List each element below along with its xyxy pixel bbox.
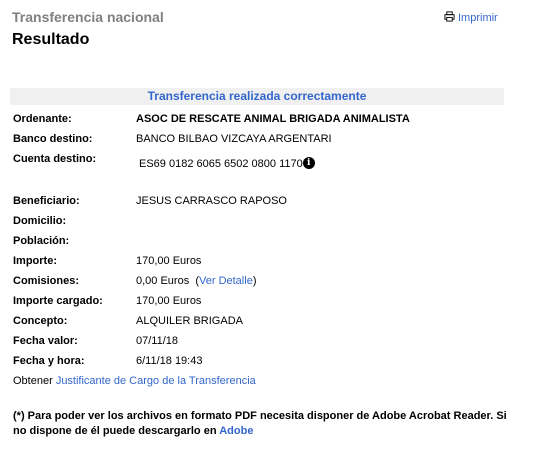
- importe-cargado-label: Importe cargado:: [13, 295, 103, 307]
- pdf-note: (*) Para poder ver los archivos en forma…: [13, 409, 513, 439]
- banco-value: BANCO BILBAO VIZCAYA ARGENTARI: [136, 133, 332, 145]
- page-title: Resultado: [12, 31, 90, 48]
- obtener-row: Obtener Justificante de Cargo de la Tran…: [13, 375, 256, 387]
- comisiones-label: Comisiones:: [13, 275, 80, 287]
- ver-detalle-link[interactable]: Ver Detalle: [199, 275, 253, 287]
- ordenante-label: Ordenante:: [13, 113, 72, 125]
- concepto-label: Concepto:: [13, 315, 68, 327]
- adobe-link[interactable]: Adobe: [219, 425, 253, 437]
- beneficiario-label: Beneficiario:: [13, 195, 80, 207]
- ordenante-value: ASOC DE RESCATE ANIMAL BRIGADA ANIMALIST…: [136, 113, 410, 125]
- fecha-valor-label: Fecha valor:: [13, 335, 78, 347]
- cuenta-value: ES69 0182 6065 6502 0800 1170: [139, 158, 303, 170]
- print-link[interactable]: Imprimir: [444, 11, 498, 25]
- comisiones-value: 0,00 Euros: [136, 275, 190, 287]
- fecha-valor-value: 07/11/18: [136, 335, 179, 347]
- info-icon[interactable]: i: [302, 157, 315, 169]
- success-banner: Transferencia realizada correctamente: [10, 88, 504, 105]
- cuenta-value-wrap: ES69 0182 6065 6502 0800 1170 i: [139, 157, 315, 170]
- poblacion-label: Población:: [13, 235, 70, 247]
- fecha-hora-label: Fecha y hora:: [13, 355, 85, 367]
- printer-icon: [444, 11, 455, 25]
- print-label: Imprimir: [458, 12, 498, 24]
- banco-label: Banco destino:: [13, 133, 93, 145]
- obtener-prefix: Obtener: [13, 375, 53, 387]
- fecha-hora-value: 6/11/18 19:43: [136, 355, 203, 367]
- beneficiario-value: JESUS CARRASCO RAPOSO: [136, 195, 287, 207]
- domicilio-label: Domicilio:: [13, 215, 67, 227]
- pdf-note-text: (*) Para poder ver los archivos en forma…: [13, 410, 507, 437]
- comisiones-paren-close: ): [252, 275, 257, 287]
- importe-value: 170,00 Euros: [136, 255, 202, 267]
- concepto-value: ALQUILER BRIGADA: [136, 315, 243, 327]
- justificante-link[interactable]: Justificante de Cargo de la Transferenci…: [56, 375, 256, 387]
- importe-label: Importe:: [13, 255, 57, 267]
- cuenta-label: Cuenta destino:: [13, 153, 97, 165]
- section-title: Transferencia nacional: [12, 9, 164, 25]
- comisiones-value-wrap: 0,00 Euros (Ver Detalle): [136, 275, 256, 287]
- importe-cargado-value: 170,00 Euros: [136, 295, 202, 307]
